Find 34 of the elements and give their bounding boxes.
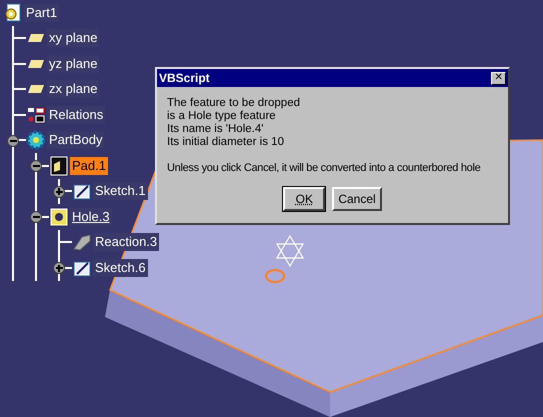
tree-item[interactable]: Part1: [24, 4, 60, 22]
tree-item[interactable]: PartBody: [47, 131, 104, 150]
message-line: The feature to be dropped: [167, 97, 301, 110]
tree-item[interactable]: Pad.1: [70, 156, 108, 175]
message-text: Unless you click Cancel, it will be converted into a counterbored hole: [167, 162, 480, 175]
part-icon: [4, 2, 22, 23]
collapse-toggle[interactable]: [7, 134, 19, 146]
window-title: VBScript: [159, 70, 210, 87]
relations-icon: [27, 106, 45, 124]
gear-icon: [26, 130, 46, 150]
tree-item[interactable]: zx plane: [47, 80, 100, 98]
collapse-toggle[interactable]: [30, 211, 42, 223]
plane-icon: [27, 33, 45, 44]
message-line: Its initial diameter is 10: [167, 136, 285, 149]
expand-toggle[interactable]: [53, 186, 65, 198]
tree-item[interactable]: Hole.3: [70, 208, 112, 226]
dialog-button[interactable]: Cancel: [332, 187, 382, 211]
message-line: Its name is 'Hole.4': [167, 123, 264, 136]
plane-icon: [27, 58, 45, 69]
tree-item[interactable]: Reaction.3: [93, 233, 160, 252]
tree-item[interactable]: Sketch.6: [93, 258, 148, 277]
message-line: is a Hole type feature: [167, 110, 277, 123]
plane-icon: [27, 84, 45, 94]
reaction-icon: [72, 233, 92, 252]
sketch-icon: [73, 258, 91, 277]
tree-item[interactable]: Sketch.1: [93, 182, 148, 200]
sketch-icon: [73, 182, 91, 200]
dialog-button[interactable]: OK: [283, 187, 326, 211]
close-button[interactable]: ✕: [491, 72, 506, 84]
tree-item[interactable]: yz plane: [47, 54, 100, 73]
tree-item[interactable]: Relations: [47, 106, 106, 124]
tree-item[interactable]: xy plane: [47, 29, 100, 48]
expand-toggle[interactable]: [53, 262, 65, 274]
collapse-toggle[interactable]: [30, 160, 42, 172]
